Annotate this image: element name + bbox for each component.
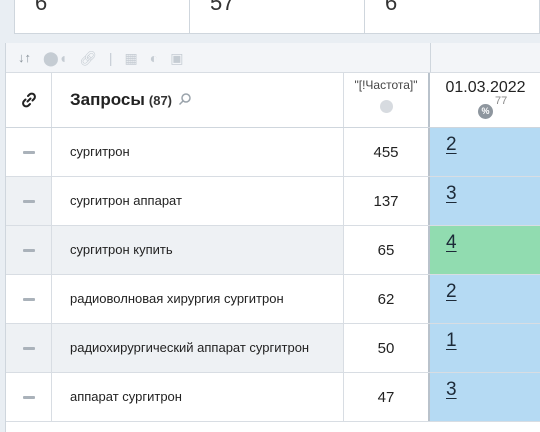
link-icon: [21, 92, 36, 108]
table-body: сургитрон 455 2 сургитрон аппарат 137 3 …: [6, 128, 540, 422]
summary-card: 57: [190, 0, 365, 33]
frequency-column-header[interactable]: "[!Частота]": [344, 73, 430, 127]
link-column-header[interactable]: [6, 73, 52, 127]
row-action-dash[interactable]: [6, 128, 52, 176]
row-action-dash[interactable]: [6, 373, 52, 421]
row-action-dash[interactable]: [6, 324, 52, 372]
table-row: радиохирургический аппарат сургитрон 50 …: [6, 324, 540, 373]
summary-card: 6: [365, 0, 539, 33]
text-icon[interactable]: ▣: [170, 51, 183, 65]
date-column-header[interactable]: 01.03.2022 % 77: [430, 73, 540, 127]
query-cell: радиохирургический аппарат сургитрон: [52, 324, 344, 372]
query-title: Запросы: [70, 90, 145, 109]
frequency-cell: 62: [344, 275, 430, 323]
table-row: аппарат сургитрон 47 3: [6, 373, 540, 422]
percent-badge: % 77: [478, 95, 507, 119]
toggle-icon[interactable]: ⬤◖: [43, 51, 67, 65]
position-cell[interactable]: 1: [430, 324, 540, 372]
row-action-dash[interactable]: [6, 226, 52, 274]
frequency-cell: 50: [344, 324, 430, 372]
contrast-icon[interactable]: ◐: [150, 51, 158, 65]
frequency-label: "[!Частота]": [354, 78, 418, 92]
positions-table: ↓↑ ⬤◖ 🔗︎ | ▦ ◐ ▣ Запросы (87) "[!Частота…: [5, 43, 540, 432]
summary-card: 6: [15, 0, 190, 33]
frequency-cell: 65: [344, 226, 430, 274]
table-row: сургитрон купить 65 4: [6, 226, 540, 275]
query-cell: аппарат сургитрон: [52, 373, 344, 421]
query-column-header[interactable]: Запросы (87): [52, 73, 344, 127]
position-cell[interactable]: 2: [430, 275, 540, 323]
table-row: сургитрон аппарат 137 3: [6, 177, 540, 226]
position-cell[interactable]: 2: [430, 128, 540, 176]
query-cell: сургитрон купить: [52, 226, 344, 274]
summary-value: 6: [385, 0, 398, 15]
link-icon[interactable]: 🔗︎: [79, 51, 97, 65]
query-cell: радиоволновая хирургия сургитрон: [52, 275, 344, 323]
summary-value: 6: [35, 0, 48, 15]
separator-icon: |: [108, 49, 113, 66]
position-cell[interactable]: 3: [430, 373, 540, 421]
table-row: сургитрон 455 2: [6, 128, 540, 177]
query-cell: сургитрон аппарат: [52, 177, 344, 225]
toolbar-spacer: [430, 43, 540, 73]
table-row: радиоволновая хирургия сургитрон 62 2: [6, 275, 540, 324]
percent-icon: %: [478, 104, 493, 119]
date-count: 77: [495, 95, 508, 107]
date-label: 01.03.2022: [445, 79, 526, 96]
summary-cards: 6 57 6: [14, 0, 540, 34]
frequency-cell: 47: [344, 373, 430, 421]
row-action-dash[interactable]: [6, 177, 52, 225]
frequency-cell: 137: [344, 177, 430, 225]
query-count: (87): [148, 92, 173, 108]
position-cell[interactable]: 4: [430, 226, 540, 274]
summary-value: 57: [210, 0, 235, 15]
position-cell[interactable]: 3: [430, 177, 540, 225]
query-cell: сургитрон: [52, 128, 344, 176]
table-header: Запросы (87) "[!Частота]" 01.03.2022 % 7…: [6, 73, 540, 128]
calculator-icon[interactable]: ▦: [125, 51, 138, 65]
search-icon[interactable]: [178, 92, 192, 109]
row-action-dash[interactable]: [6, 275, 52, 323]
globe-icon: [379, 100, 393, 113]
table-toolbar: ↓↑ ⬤◖ 🔗︎ | ▦ ◐ ▣: [6, 43, 430, 73]
frequency-cell: 455: [344, 128, 430, 176]
sort-icon[interactable]: ↓↑: [18, 50, 31, 65]
